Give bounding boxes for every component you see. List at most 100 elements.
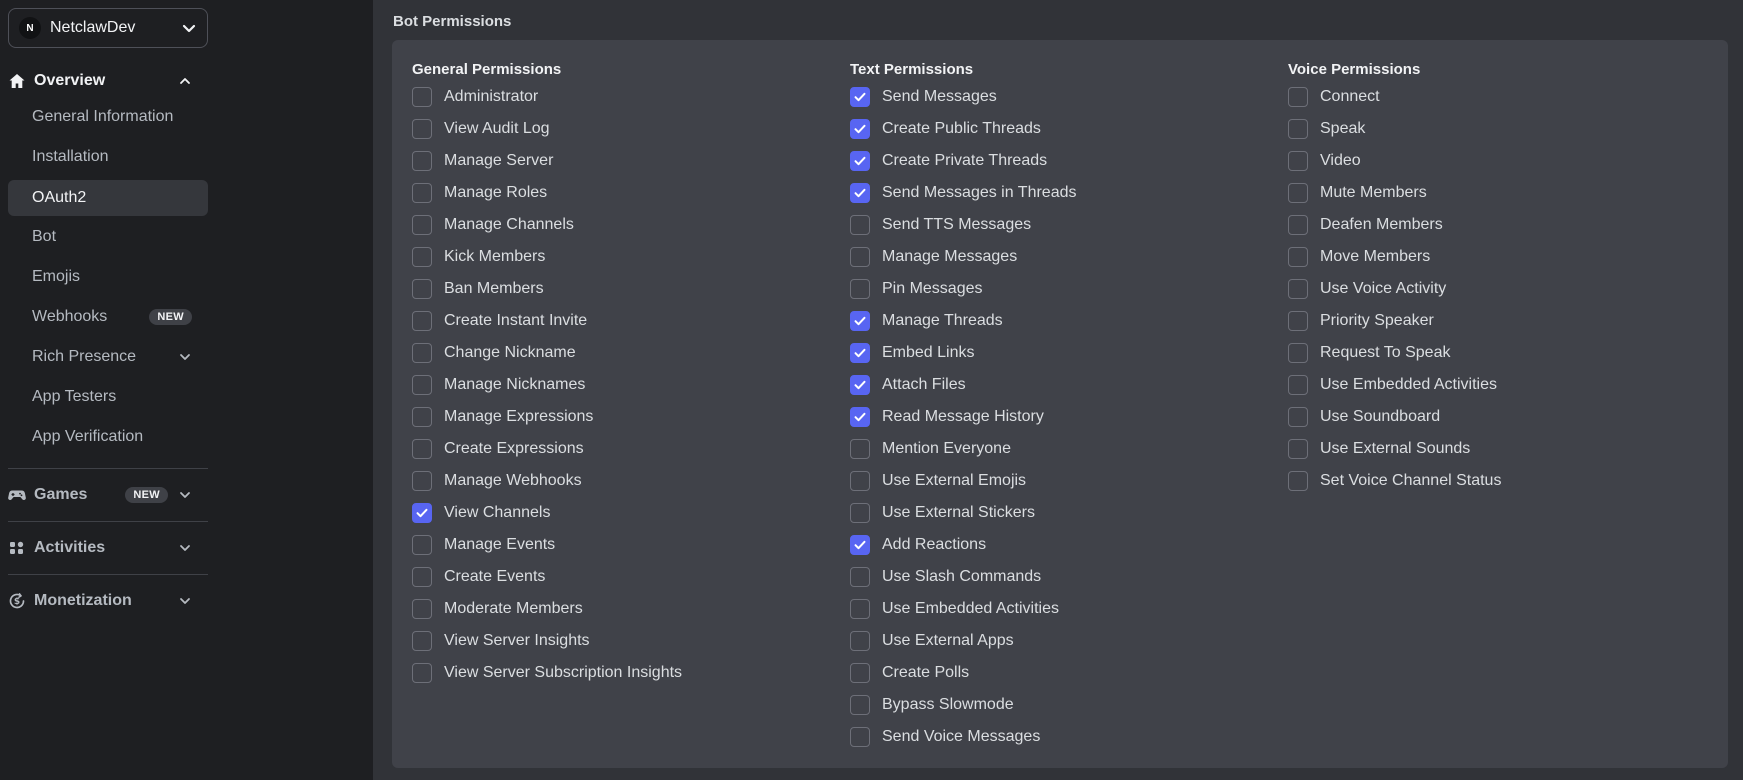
permission-row[interactable]: Deafen Members xyxy=(1288,209,1501,241)
permission-row[interactable]: Priority Speaker xyxy=(1288,305,1501,337)
permission-checkbox[interactable] xyxy=(1288,87,1308,107)
permission-row[interactable]: Use External Apps xyxy=(850,625,1076,657)
permission-checkbox[interactable] xyxy=(1288,311,1308,331)
permission-row[interactable]: Send Messages in Threads xyxy=(850,177,1076,209)
permission-row[interactable]: Attach Files xyxy=(850,369,1076,401)
permission-row[interactable]: Send TTS Messages xyxy=(850,209,1076,241)
permission-checkbox[interactable] xyxy=(1288,215,1308,235)
sidebar-item-bot[interactable]: Bot xyxy=(8,219,208,255)
permission-checkbox[interactable] xyxy=(1288,151,1308,171)
permission-row[interactable]: Use Embedded Activities xyxy=(1288,369,1501,401)
permission-checkbox[interactable] xyxy=(850,503,870,523)
permission-row[interactable]: Mute Members xyxy=(1288,177,1501,209)
permission-row[interactable]: Manage Nicknames xyxy=(412,369,682,401)
permission-row[interactable]: Create Polls xyxy=(850,657,1076,689)
permission-row[interactable]: Use External Sounds xyxy=(1288,433,1501,465)
permission-row[interactable]: Connect xyxy=(1288,81,1501,113)
permission-checkbox[interactable] xyxy=(412,439,432,459)
sidebar-item-installation[interactable]: Installation xyxy=(8,139,208,175)
permission-row[interactable]: Use External Stickers xyxy=(850,497,1076,529)
permission-row[interactable]: Video xyxy=(1288,145,1501,177)
sidebar-item-rich-presence[interactable]: Rich Presence xyxy=(8,339,208,375)
permission-checkbox[interactable] xyxy=(850,375,870,395)
permission-checkbox[interactable] xyxy=(1288,119,1308,139)
permission-checkbox[interactable] xyxy=(412,279,432,299)
permission-row[interactable]: View Channels xyxy=(412,497,682,529)
permission-row[interactable]: Embed Links xyxy=(850,337,1076,369)
permission-row[interactable]: View Server Insights xyxy=(412,625,682,657)
permission-checkbox[interactable] xyxy=(412,311,432,331)
permission-row[interactable]: Use Soundboard xyxy=(1288,401,1501,433)
permission-checkbox[interactable] xyxy=(412,471,432,491)
permission-row[interactable]: Manage Webhooks xyxy=(412,465,682,497)
permission-checkbox[interactable] xyxy=(850,343,870,363)
permission-checkbox[interactable] xyxy=(412,119,432,139)
permission-row[interactable]: Create Instant Invite xyxy=(412,305,682,337)
permission-row[interactable]: Ban Members xyxy=(412,273,682,305)
permission-checkbox[interactable] xyxy=(850,311,870,331)
permission-checkbox[interactable] xyxy=(850,727,870,747)
permission-row[interactable]: Use Voice Activity xyxy=(1288,273,1501,305)
nav-section-activities[interactable]: Activities xyxy=(8,531,208,565)
permission-checkbox[interactable] xyxy=(850,631,870,651)
permission-checkbox[interactable] xyxy=(850,183,870,203)
permission-row[interactable]: Send Voice Messages xyxy=(850,721,1076,753)
permission-checkbox[interactable] xyxy=(412,663,432,683)
nav-section-monetization[interactable]: $ Monetization xyxy=(8,584,208,618)
permission-row[interactable]: Bypass Slowmode xyxy=(850,689,1076,721)
permission-checkbox[interactable] xyxy=(412,87,432,107)
permission-row[interactable]: Manage Events xyxy=(412,529,682,561)
permission-row[interactable]: Manage Roles xyxy=(412,177,682,209)
permission-checkbox[interactable] xyxy=(850,151,870,171)
permission-row[interactable]: Create Private Threads xyxy=(850,145,1076,177)
permission-row[interactable]: Send Messages xyxy=(850,81,1076,113)
permission-checkbox[interactable] xyxy=(1288,343,1308,363)
sidebar-item-emojis[interactable]: Emojis xyxy=(8,259,208,295)
permission-checkbox[interactable] xyxy=(412,503,432,523)
sidebar-item-general-information[interactable]: General Information xyxy=(8,99,208,135)
permission-row[interactable]: Moderate Members xyxy=(412,593,682,625)
permission-row[interactable]: Speak xyxy=(1288,113,1501,145)
permission-checkbox[interactable] xyxy=(850,695,870,715)
permission-checkbox[interactable] xyxy=(1288,247,1308,267)
permission-checkbox[interactable] xyxy=(850,279,870,299)
permission-checkbox[interactable] xyxy=(850,471,870,491)
permission-checkbox[interactable] xyxy=(850,119,870,139)
permission-checkbox[interactable] xyxy=(412,567,432,587)
permission-checkbox[interactable] xyxy=(1288,439,1308,459)
permission-checkbox[interactable] xyxy=(1288,183,1308,203)
permission-checkbox[interactable] xyxy=(1288,375,1308,395)
permission-checkbox[interactable] xyxy=(850,439,870,459)
sidebar-item-app-testers[interactable]: App Testers xyxy=(8,379,208,415)
permission-checkbox[interactable] xyxy=(850,567,870,587)
permission-checkbox[interactable] xyxy=(850,407,870,427)
permission-checkbox[interactable] xyxy=(412,631,432,651)
permission-checkbox[interactable] xyxy=(1288,279,1308,299)
permission-checkbox[interactable] xyxy=(1288,471,1308,491)
permission-checkbox[interactable] xyxy=(412,247,432,267)
permission-checkbox[interactable] xyxy=(412,183,432,203)
permission-row[interactable]: Read Message History xyxy=(850,401,1076,433)
permission-checkbox[interactable] xyxy=(412,407,432,427)
sidebar-item-app-verification[interactable]: App Verification xyxy=(8,419,208,455)
permission-row[interactable]: Manage Server xyxy=(412,145,682,177)
permission-row[interactable]: Create Public Threads xyxy=(850,113,1076,145)
permission-row[interactable]: Manage Expressions xyxy=(412,401,682,433)
permission-checkbox[interactable] xyxy=(850,215,870,235)
permission-row[interactable]: Move Members xyxy=(1288,241,1501,273)
permission-checkbox[interactable] xyxy=(412,215,432,235)
app-selector[interactable]: N NetclawDev xyxy=(8,8,208,48)
permission-checkbox[interactable] xyxy=(850,599,870,619)
permission-row[interactable]: Request To Speak xyxy=(1288,337,1501,369)
nav-section-games[interactable]: Games NEW xyxy=(8,478,208,512)
permission-row[interactable]: Pin Messages xyxy=(850,273,1076,305)
permission-checkbox[interactable] xyxy=(412,599,432,619)
permission-row[interactable]: Kick Members xyxy=(412,241,682,273)
permission-row[interactable]: Use Embedded Activities xyxy=(850,593,1076,625)
permission-checkbox[interactable] xyxy=(412,343,432,363)
sidebar-item-oauth2[interactable]: OAuth2 xyxy=(8,180,208,216)
permission-row[interactable]: Create Expressions xyxy=(412,433,682,465)
permission-row[interactable]: Use Slash Commands xyxy=(850,561,1076,593)
permission-checkbox[interactable] xyxy=(412,535,432,555)
nav-section-overview[interactable]: Overview xyxy=(8,64,208,98)
